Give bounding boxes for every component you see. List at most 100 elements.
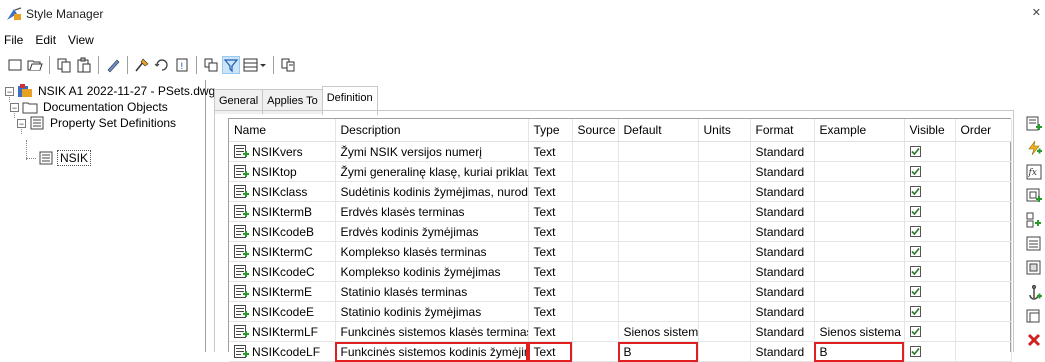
cell-format[interactable]: Standard bbox=[750, 201, 815, 222]
cell-order[interactable] bbox=[955, 141, 1012, 162]
collapse-icon[interactable]: − bbox=[17, 118, 26, 128]
menu-file[interactable]: File bbox=[0, 31, 29, 51]
cell-source[interactable] bbox=[572, 141, 619, 162]
cell-description[interactable]: Statinio kodinis žymėjimas bbox=[335, 301, 529, 322]
cell-type[interactable]: Text bbox=[528, 181, 573, 202]
cell-example[interactable] bbox=[814, 201, 905, 222]
cell-units[interactable] bbox=[698, 161, 751, 182]
column-header-format[interactable]: Format bbox=[750, 119, 815, 142]
visible-checkbox[interactable] bbox=[909, 205, 921, 217]
tree-node-drawing[interactable]: − NSIK A1 2022-11-27 - PSets.dwg bbox=[5, 83, 217, 99]
cell-example[interactable]: Sienos sistema bbox=[814, 321, 905, 342]
cell-visible[interactable] bbox=[904, 261, 956, 282]
cell-name[interactable]: NSIKtop bbox=[229, 161, 336, 182]
cell-units[interactable] bbox=[698, 241, 751, 262]
cell-visible[interactable] bbox=[904, 201, 956, 222]
cell-type[interactable]: Text bbox=[528, 241, 573, 262]
cell-order[interactable] bbox=[955, 321, 1012, 342]
visible-checkbox[interactable] bbox=[909, 325, 921, 337]
cell-format[interactable]: Standard bbox=[750, 321, 815, 342]
tree-node-category[interactable]: − Documentation Objects bbox=[10, 99, 170, 115]
cell-order[interactable] bbox=[955, 261, 1012, 282]
column-header-description[interactable]: Description bbox=[335, 119, 529, 142]
cell-description[interactable]: Žymi generalinę klasę, kuriai priklau... bbox=[335, 161, 529, 182]
column-header-name[interactable]: Name bbox=[229, 119, 336, 142]
cell-type[interactable]: Text bbox=[528, 161, 573, 182]
cell-format[interactable]: Standard bbox=[750, 241, 815, 262]
paste-icon[interactable] bbox=[75, 56, 93, 74]
cell-order[interactable] bbox=[955, 221, 1012, 242]
cell-source[interactable] bbox=[572, 201, 619, 222]
visible-checkbox[interactable] bbox=[909, 265, 921, 277]
cell-type[interactable]: Text bbox=[528, 261, 573, 282]
cell-source[interactable] bbox=[572, 161, 619, 182]
cell-default[interactable] bbox=[618, 301, 699, 322]
table-row[interactable]: NSIKtermC Komplekso klasės terminas Text St… bbox=[229, 241, 1012, 262]
cell-source[interactable] bbox=[572, 181, 619, 202]
cell-format[interactable]: Standard bbox=[750, 161, 815, 182]
cell-example[interactable] bbox=[814, 241, 905, 262]
inline-edit-icon[interactable] bbox=[279, 56, 297, 74]
cell-format[interactable]: Standard bbox=[750, 301, 815, 322]
visible-checkbox[interactable] bbox=[909, 145, 921, 157]
cell-visible[interactable] bbox=[904, 241, 956, 262]
cell-source[interactable] bbox=[572, 241, 619, 262]
cell-units[interactable] bbox=[698, 141, 751, 162]
cell-units[interactable] bbox=[698, 201, 751, 222]
sort-icon[interactable] bbox=[153, 56, 171, 74]
new-icon[interactable] bbox=[6, 56, 24, 74]
cell-default[interactable]: Sienos sistema bbox=[618, 321, 699, 342]
column-header-order[interactable]: Order bbox=[955, 119, 1012, 142]
cell-order[interactable] bbox=[955, 181, 1012, 202]
cell-name[interactable]: NSIKtermC bbox=[229, 241, 336, 262]
tree-node-nsik[interactable]: NSIK bbox=[38, 150, 92, 166]
menu-edit[interactable]: Edit bbox=[29, 31, 62, 51]
menu-view[interactable]: View bbox=[62, 31, 100, 51]
cell-example[interactable] bbox=[814, 161, 905, 182]
cell-type[interactable]: Text bbox=[528, 141, 573, 162]
cell-example[interactable] bbox=[814, 281, 905, 302]
column-header-default[interactable]: Default bbox=[618, 119, 699, 142]
cell-default[interactable] bbox=[618, 281, 699, 302]
cell-format[interactable]: Standard bbox=[750, 261, 815, 282]
table-row[interactable]: NSIKtermLF Funkcinės sistemos klasės term… bbox=[229, 321, 1012, 342]
cell-order[interactable] bbox=[955, 241, 1012, 262]
cell-units[interactable] bbox=[698, 221, 751, 242]
cell-name[interactable]: NSIKcodeC bbox=[229, 261, 336, 282]
view-dropdown-icon[interactable] bbox=[242, 56, 268, 74]
cell-order[interactable] bbox=[955, 301, 1012, 322]
open-icon[interactable] bbox=[26, 56, 44, 74]
cell-description[interactable]: Komplekso kodinis žymėjimas bbox=[335, 261, 529, 282]
cell-example[interactable] bbox=[814, 261, 905, 282]
cell-type[interactable]: Text bbox=[528, 221, 573, 242]
cell-type[interactable]: Text bbox=[528, 301, 573, 322]
visible-checkbox[interactable] bbox=[909, 245, 921, 257]
cell-description[interactable]: Erdvės klasės terminas bbox=[335, 201, 529, 222]
visible-checkbox[interactable] bbox=[909, 185, 921, 197]
column-header-source[interactable]: Source bbox=[572, 119, 619, 142]
visible-checkbox[interactable] bbox=[909, 345, 921, 357]
cell-units[interactable] bbox=[698, 181, 751, 202]
cell-name[interactable]: NSIKcodeE bbox=[229, 301, 336, 322]
cell-format[interactable]: Standard bbox=[750, 221, 815, 242]
cell-visible[interactable] bbox=[904, 301, 956, 322]
visible-checkbox[interactable] bbox=[909, 285, 921, 297]
add-property-icon[interactable] bbox=[1026, 116, 1042, 132]
table-row[interactable]: NSIKcodeB Erdvės kodinis žymėjimas Text Sta… bbox=[229, 221, 1012, 242]
toggle-view-icon[interactable] bbox=[202, 56, 220, 74]
cell-name[interactable]: NSIKtermE bbox=[229, 281, 336, 302]
visible-checkbox[interactable] bbox=[909, 305, 921, 317]
column-header-visible[interactable]: Visible bbox=[904, 119, 956, 142]
cell-visible[interactable] bbox=[904, 281, 956, 302]
close-icon[interactable]: ✕ bbox=[1032, 6, 1041, 19]
cell-name[interactable]: NSIKtermLF bbox=[229, 321, 336, 342]
cell-format[interactable]: Standard bbox=[750, 141, 815, 162]
cell-description[interactable]: Statinio klasės terminas bbox=[335, 281, 529, 302]
cell-visible[interactable] bbox=[904, 161, 956, 182]
column-header-type[interactable]: Type bbox=[528, 119, 573, 142]
filter-icon[interactable] bbox=[222, 56, 240, 74]
cell-order[interactable] bbox=[955, 201, 1012, 222]
cell-source[interactable] bbox=[572, 281, 619, 302]
graphic-property-icon[interactable] bbox=[1026, 284, 1042, 300]
table-row[interactable]: NSIKcodeE Statinio kodinis žymėjimas Text S… bbox=[229, 301, 1012, 322]
